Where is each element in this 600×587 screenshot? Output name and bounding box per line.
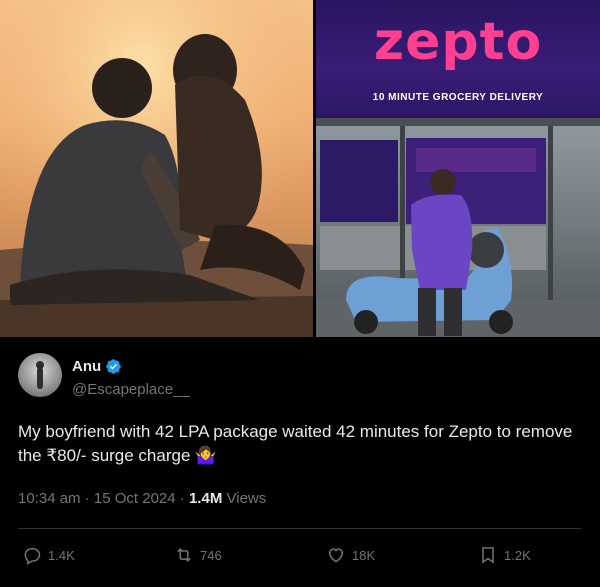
couple-sunset-photo[interactable] (0, 0, 313, 337)
bookmark-count: 1.2K (504, 547, 531, 563)
tweet-meta: 10:34 am · 15 Oct 2024 · 1.4M Views (18, 490, 266, 507)
tweet-actions: 1.4K 746 18K 1.2K (0, 541, 600, 571)
bookmark-icon (482, 547, 494, 564)
tweet-date[interactable]: 15 Oct 2024 (94, 490, 176, 507)
repost-button[interactable]: 746 (174, 545, 222, 565)
verified-badge-icon (106, 359, 121, 374)
divider (18, 528, 581, 529)
views-count: 1.4M (188, 490, 223, 507)
couple-silhouette-illustration (0, 0, 313, 337)
bus-stop-illustration (316, 118, 600, 337)
reply-icon (24, 548, 41, 565)
tweet-text: My boyfriend with 42 LPA package waited … (18, 420, 593, 468)
author-handle[interactable]: @Escapeplace__ (72, 381, 190, 398)
tweet-time[interactable]: 10:34 am (18, 490, 81, 507)
meta-separator: · (179, 490, 185, 507)
avatar[interactable] (18, 353, 62, 397)
author-name[interactable]: Anu (72, 358, 101, 375)
reply-button[interactable]: 1.4K (22, 545, 75, 565)
avatar-person-icon (36, 361, 44, 389)
tweet-text-content: My boyfriend with 42 LPA package waited … (18, 422, 573, 465)
bookmark-button[interactable]: 1.2K (478, 545, 531, 565)
like-count: 18K (352, 547, 376, 563)
zepto-busstop-photo[interactable]: zepto 10 MINUTE GROCERY DELIVERY (316, 0, 600, 337)
tweet-media[interactable]: zepto 10 MINUTE GROCERY DELIVERY (0, 0, 600, 337)
author-row: Anu (72, 358, 122, 375)
heart-icon (328, 548, 344, 563)
shrug-emoji: 🤷‍♀️ (195, 446, 217, 465)
meta-separator: · (84, 490, 90, 507)
reply-count: 1.4K (48, 547, 75, 563)
views-label: Views (226, 490, 267, 507)
like-button[interactable]: 18K (326, 545, 375, 565)
repost-count: 746 (200, 547, 222, 563)
repost-icon (177, 548, 191, 562)
